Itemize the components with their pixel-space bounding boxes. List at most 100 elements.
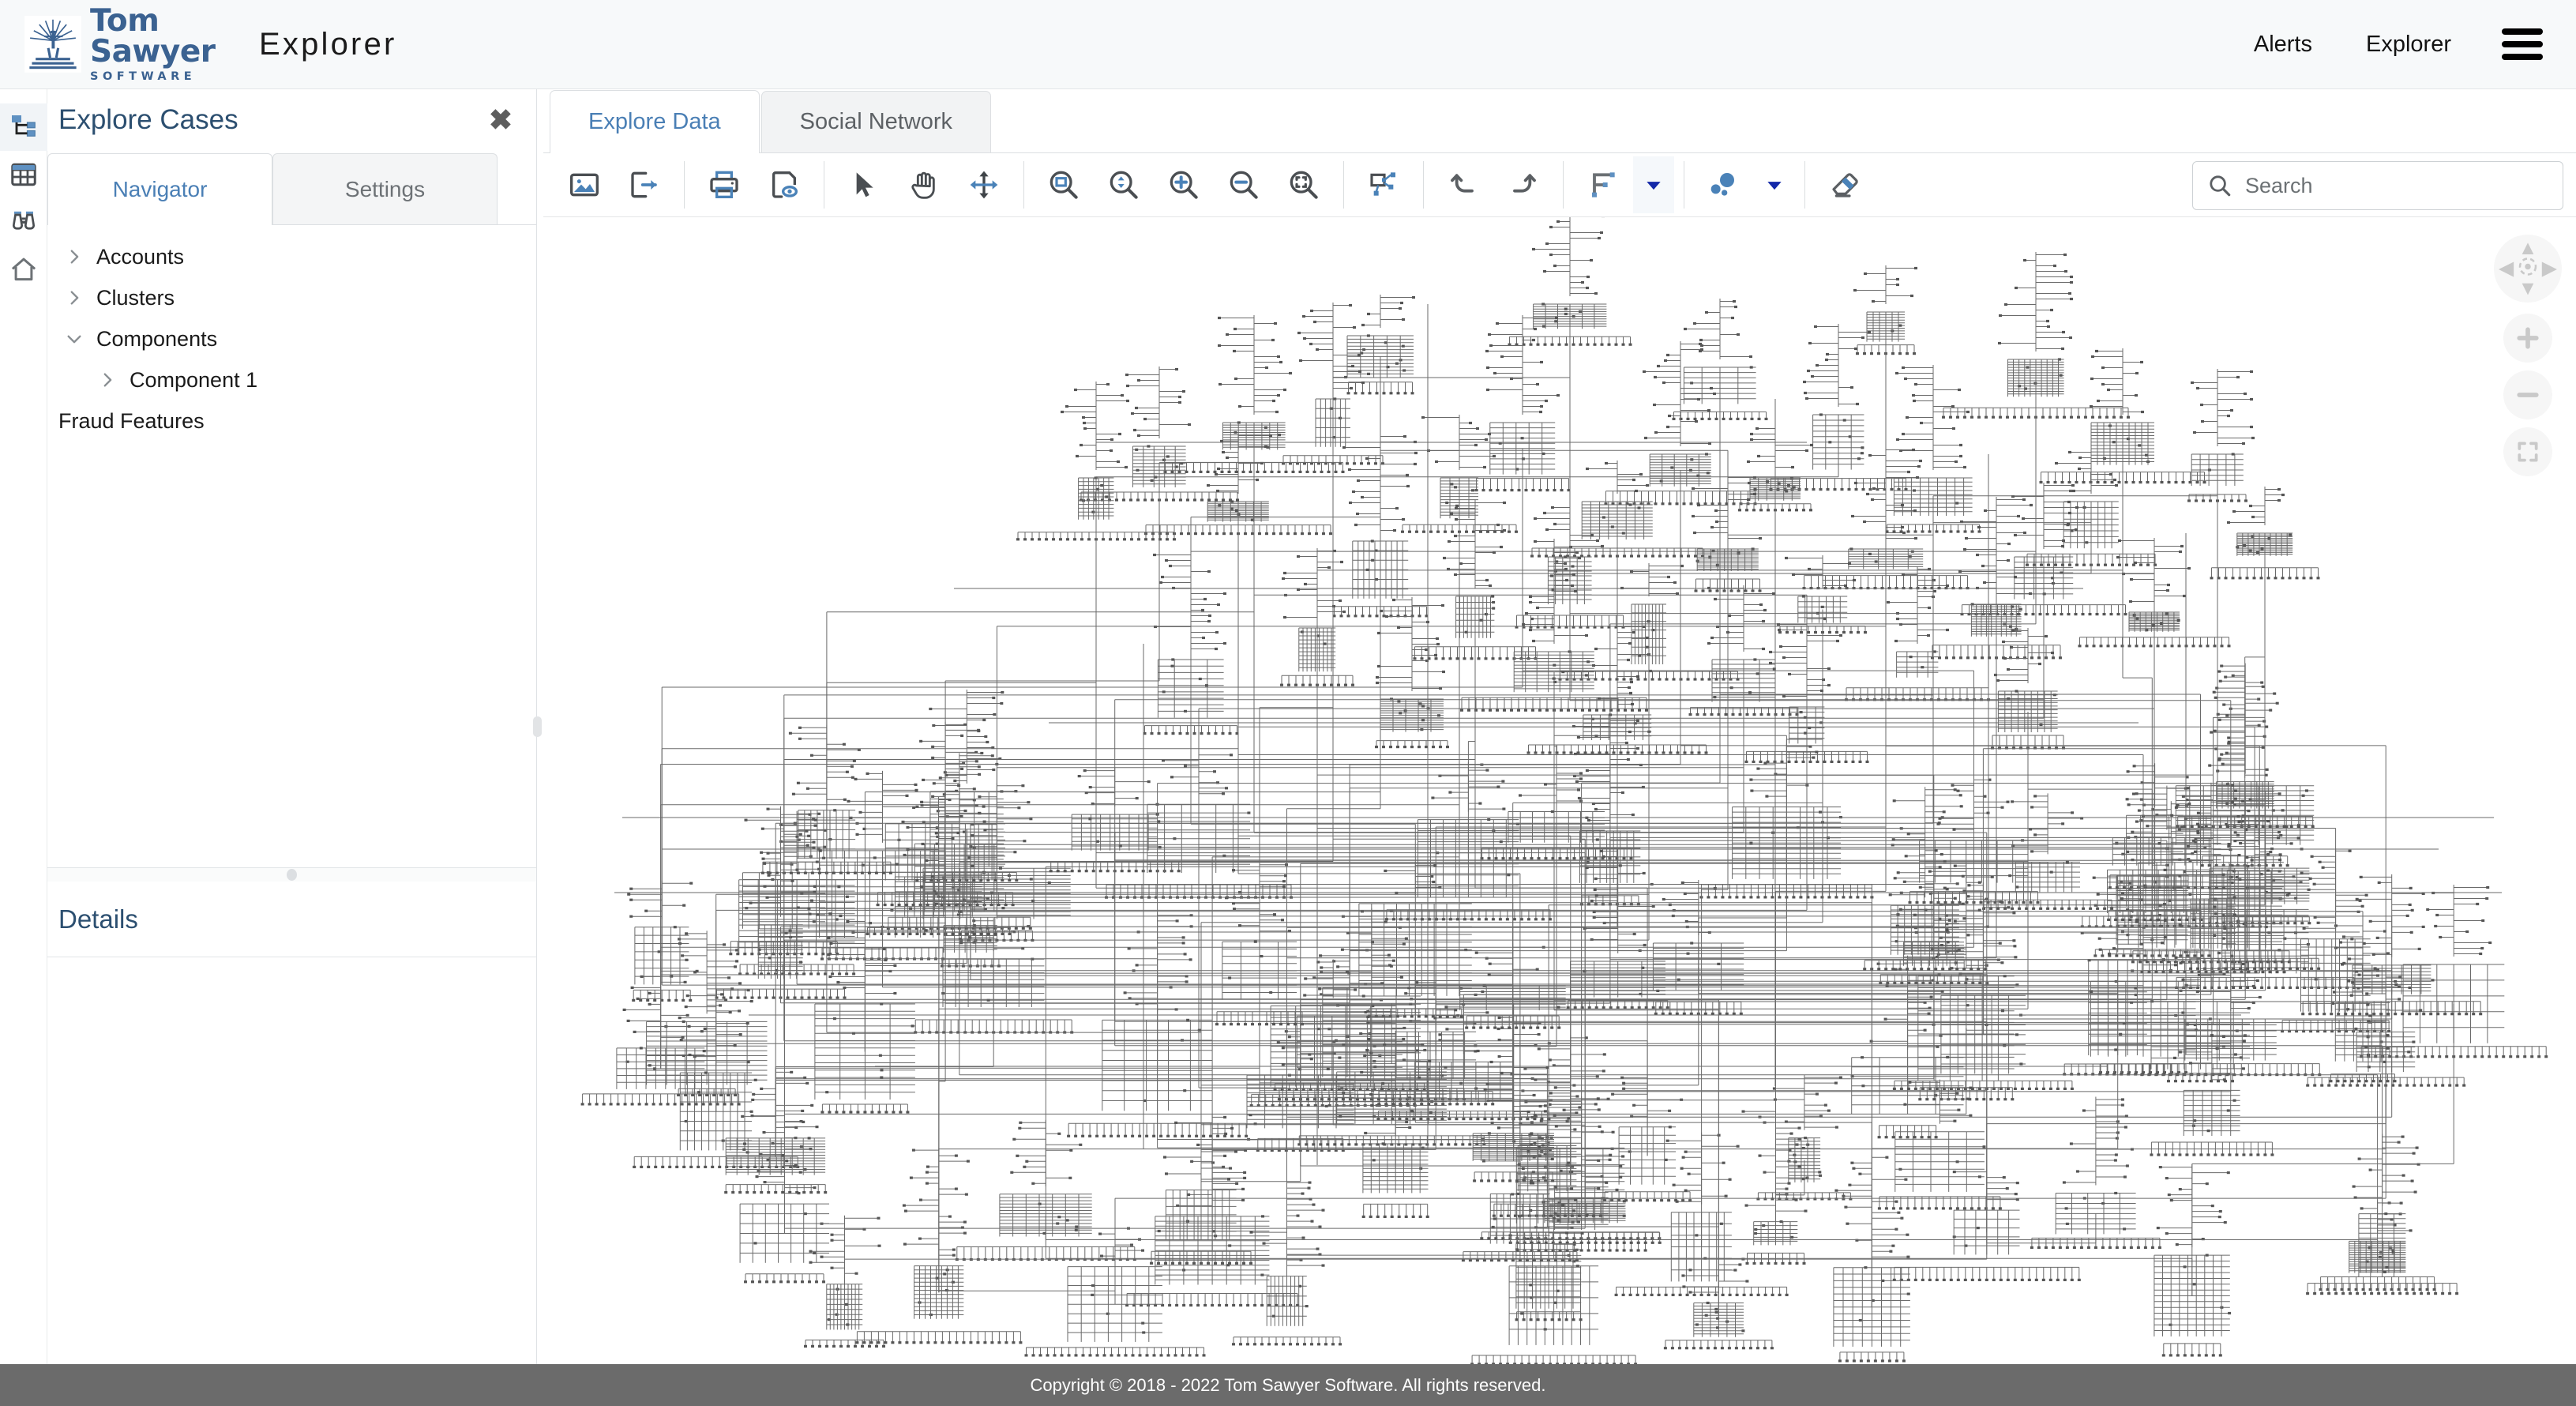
print-button[interactable] — [694, 156, 754, 213]
toolbar-separator — [1563, 161, 1564, 209]
tree-item-label: Fraud Features — [58, 408, 205, 433]
tree-item-label: Component 1 — [130, 367, 258, 392]
pan-hand-icon — [911, 171, 935, 199]
logo-wordmark: Tom Sawyer SOFTWARE — [90, 6, 216, 83]
layout-button[interactable] — [1573, 156, 1633, 213]
print-preview-icon — [772, 171, 798, 198]
undo-button[interactable] — [1433, 156, 1493, 213]
zoom-to-selection-icon — [1290, 171, 1318, 199]
graph-canvas[interactable]: ▲ ▼ ◀ ▶ — [543, 217, 2576, 1364]
rail-table-view-icon[interactable] — [0, 151, 47, 198]
node-size-dropdown-caret-icon — [1767, 182, 1782, 190]
tree-item-label: Accounts — [96, 244, 185, 269]
rail-home-icon[interactable] — [0, 246, 47, 293]
zoom-in-control[interactable] — [2503, 314, 2552, 363]
rail-graph-view-icon[interactable] — [0, 103, 47, 151]
minus-icon — [2517, 393, 2539, 397]
panel-tabs: Navigator Settings — [47, 151, 536, 225]
chevron-down-icon[interactable] — [60, 325, 88, 353]
tree-item-label: Components — [96, 326, 218, 351]
export-data-button[interactable] — [614, 156, 674, 213]
search-input[interactable] — [2245, 173, 2537, 198]
left-icon-rail — [0, 89, 47, 1364]
pan-hand-button[interactable] — [894, 156, 954, 213]
canvas-nav-controls: ▲ ▼ ◀ ▶ — [2494, 235, 2562, 476]
tree-item-accounts[interactable]: Accounts — [47, 236, 536, 277]
network-graph[interactable] — [543, 217, 2576, 1364]
tree-item-clusters[interactable]: Clusters — [47, 277, 536, 318]
tree-item-components[interactable]: Components — [47, 318, 536, 359]
tab-settings[interactable]: Settings — [272, 153, 498, 224]
toolbar-separator — [684, 161, 685, 209]
redo-button[interactable] — [1493, 156, 1553, 213]
fit-to-screen-icon — [2518, 442, 2538, 462]
tree-item-component-1[interactable]: Component 1 — [47, 359, 536, 400]
tom-sawyer-logo[interactable]: Tom Sawyer SOFTWARE — [22, 6, 216, 82]
logo-brand-sub: SOFTWARE — [90, 70, 197, 84]
export-image-icon — [570, 173, 599, 197]
explorer-app: Tom Sawyer SOFTWARE Explorer Alerts Expl… — [0, 0, 2576, 1406]
tree-item-fraud-features[interactable]: Fraud Features — [47, 400, 536, 442]
move-icon — [970, 171, 998, 199]
select-pointer-button[interactable] — [834, 156, 894, 213]
zoom-in-button[interactable] — [1154, 156, 1214, 213]
undo-icon — [1451, 174, 1474, 193]
rail-binoculars-inspect-icon[interactable] — [0, 198, 47, 246]
layout-dropdown-caret-icon — [1647, 182, 1661, 190]
chevron-right-icon[interactable] — [60, 284, 88, 312]
splitter-grip-icon — [532, 716, 542, 737]
zoom-to-actual-button[interactable] — [1094, 156, 1154, 213]
pan-left-icon[interactable]: ◀ — [2499, 258, 2514, 279]
export-image-button[interactable] — [554, 156, 614, 213]
chevron-right-icon[interactable] — [60, 242, 88, 271]
panel-header: Explore Cases ✖ — [47, 89, 536, 151]
zoom-out-button[interactable] — [1214, 156, 1274, 213]
tab-social-network[interactable]: Social Network — [760, 91, 992, 152]
eraser-clear-button[interactable] — [1815, 156, 1875, 213]
table-view-icon — [11, 163, 36, 186]
panel-title: Explore Cases — [58, 104, 238, 135]
logo-brand-name: Tom Sawyer — [90, 3, 216, 70]
details-title: Details — [58, 904, 138, 934]
layout-icon — [1592, 172, 1615, 197]
panel-resize-splitter[interactable] — [531, 89, 543, 1364]
zoom-in-icon — [1170, 171, 1198, 199]
zoom-out-control[interactable] — [2503, 370, 2552, 419]
app-header: Tom Sawyer SOFTWARE Explorer Alerts Expl… — [0, 0, 2576, 89]
node-size-button[interactable] — [1694, 156, 1754, 213]
nav-link-alerts[interactable]: Alerts — [2227, 32, 2339, 58]
hamburger-menu-icon[interactable] — [2502, 28, 2543, 60]
graph-toolbar — [543, 152, 2576, 217]
print-preview-button[interactable] — [754, 156, 814, 213]
tab-navigator[interactable]: Navigator — [47, 153, 272, 225]
toolbar-separator — [1804, 161, 1805, 209]
plus-icon — [2517, 327, 2539, 349]
zoom-out-icon — [1230, 171, 1258, 199]
tab-explore-data[interactable]: Explore Data — [550, 90, 760, 153]
zoom-to-selection-button[interactable] — [1274, 156, 1334, 213]
main-content: Explore Data Social Network Search ▲ ▼ ◀… — [543, 89, 2576, 1364]
center-target-icon[interactable] — [2516, 255, 2540, 283]
search-box[interactable] — [2192, 161, 2563, 210]
pan-compass-control[interactable]: ▲ ▼ ◀ ▶ — [2494, 235, 2562, 303]
main-tabs: Explore Data Social Network — [543, 89, 2576, 153]
nav-link-explorer[interactable]: Explorer — [2339, 32, 2478, 58]
splitter-grip-icon — [287, 869, 297, 881]
pan-right-icon[interactable]: ▶ — [2542, 258, 2557, 279]
node-size-dropdown-button[interactable] — [1754, 156, 1795, 213]
redo-icon — [1513, 174, 1536, 193]
close-icon[interactable]: ✖ — [484, 103, 517, 137]
chevron-right-icon[interactable] — [93, 366, 122, 394]
fit-to-screen-control[interactable] — [2503, 427, 2552, 476]
explore-cases-panel: Explore Cases ✖ Navigator Settings Accou… — [47, 89, 537, 1364]
app-title: Explorer — [259, 26, 397, 62]
select-neighbors-button[interactable] — [1354, 156, 1414, 213]
details-splitter-handle[interactable] — [47, 867, 536, 882]
print-icon — [710, 171, 738, 199]
eraser-clear-icon — [1832, 173, 1858, 197]
details-header: Details — [47, 882, 536, 957]
move-button[interactable] — [954, 156, 1014, 213]
navigator-tree: Accounts Clusters Components Component 1 — [47, 225, 536, 442]
zoom-to-fit-button[interactable] — [1034, 156, 1094, 213]
layout-dropdown-button[interactable] — [1633, 156, 1674, 213]
